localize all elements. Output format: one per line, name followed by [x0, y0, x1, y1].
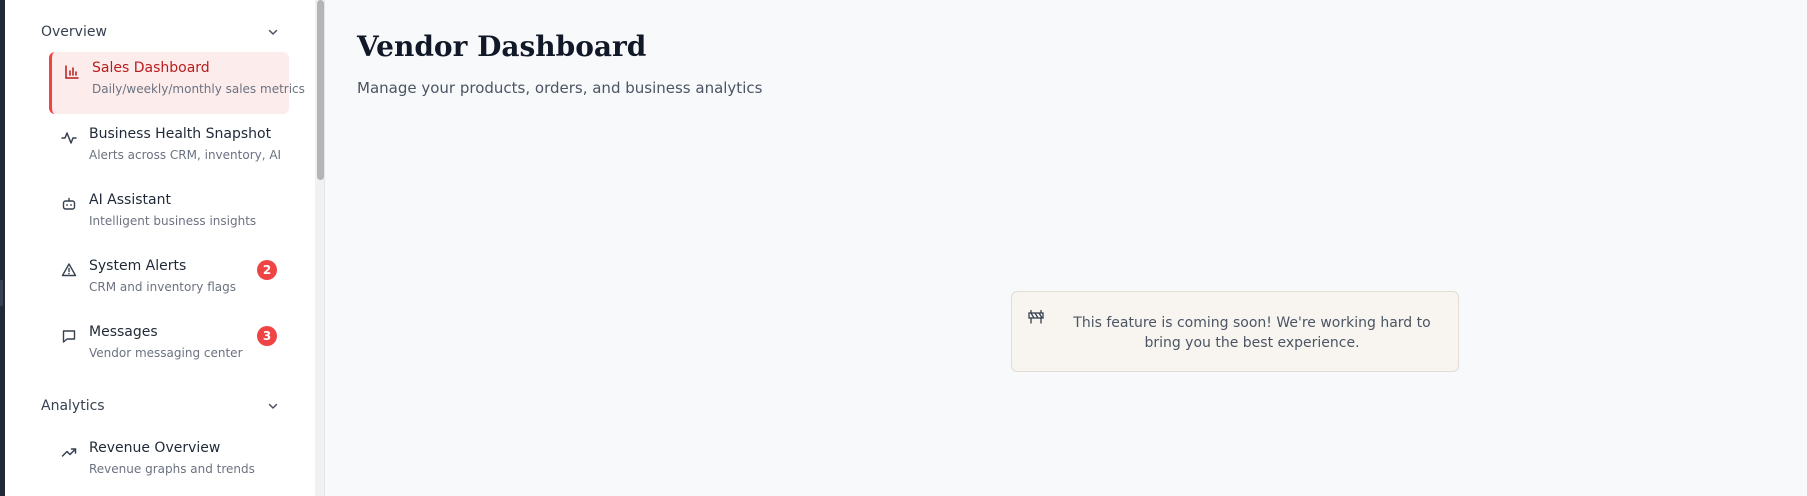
sidebar-item-business-health-snapshot[interactable]: Business Health Snapshot Alerts across C… [45, 118, 290, 180]
sidebar-item-label: Revenue Overview [89, 440, 221, 456]
chevron-down-icon [265, 398, 281, 414]
sidebar-item-label: System Alerts [89, 258, 187, 274]
section-overview-header[interactable]: Overview [41, 20, 281, 44]
sidebar-item-ai-assistant[interactable]: AI Assistant Intelligent business insigh… [45, 184, 290, 246]
trending-up-icon [61, 444, 77, 460]
sidebar-scrollbar-thumb[interactable] [317, 0, 324, 180]
sidebar-item-revenue-overview[interactable]: Revenue Overview Revenue graphs and tren… [45, 432, 290, 494]
chevron-down-icon [265, 24, 281, 40]
sidebar-item-description: Revenue graphs and trends [89, 462, 255, 476]
page-title: Vendor Dashboard [357, 30, 647, 63]
sidebar-item-messages[interactable]: Messages Vendor messaging center 3 [45, 316, 290, 378]
sidebar-item-label: Messages [89, 324, 158, 340]
sidebar-item-sales-dashboard[interactable]: Sales Dashboard Daily/weekly/monthly sal… [49, 52, 305, 114]
sidebar-item-system-alerts[interactable]: System Alerts CRM and inventory flags 2 [45, 250, 290, 312]
sidebar-item-description: Alerts across CRM, inventory, AI [89, 148, 282, 162]
sidebar-item-label: Business Health Snapshot [89, 126, 272, 142]
warning-triangle-icon [61, 262, 77, 278]
sidebar-item-description: Intelligent business insights [89, 214, 257, 228]
sidebar: Overview Sales Dashboard Daily/weekly/mo… [5, 0, 325, 496]
section-analytics-label: Analytics [41, 398, 105, 414]
bar-chart-icon [64, 64, 80, 80]
notice-message: This feature is coming soon! We're worki… [1073, 315, 1431, 351]
page-subtitle: Manage your products, orders, and busine… [357, 79, 763, 97]
sidebar-item-description: CRM and inventory flags [89, 280, 236, 294]
sidebar-item-label: Sales Dashboard [92, 60, 210, 76]
window-edge-handle [0, 280, 3, 306]
bot-icon [61, 196, 77, 212]
sidebar-scrollbar[interactable] [315, 0, 324, 496]
alerts-count-badge: 2 [257, 260, 277, 280]
section-analytics-header[interactable]: Analytics [41, 394, 281, 418]
message-square-icon [61, 328, 77, 344]
sidebar-item-description: Daily/weekly/monthly sales metrics [92, 82, 305, 96]
construction-barrier-icon [1027, 308, 1045, 326]
main-content: Vendor Dashboard Manage your products, o… [326, 0, 1807, 496]
activity-pulse-icon [61, 130, 77, 146]
section-overview-label: Overview [41, 24, 107, 40]
sidebar-item-description: Vendor messaging center [89, 346, 243, 360]
sidebar-item-label: AI Assistant [89, 192, 171, 208]
messages-count-badge: 3 [257, 326, 277, 346]
coming-soon-notice: This feature is coming soon! We're worki… [1011, 291, 1459, 372]
